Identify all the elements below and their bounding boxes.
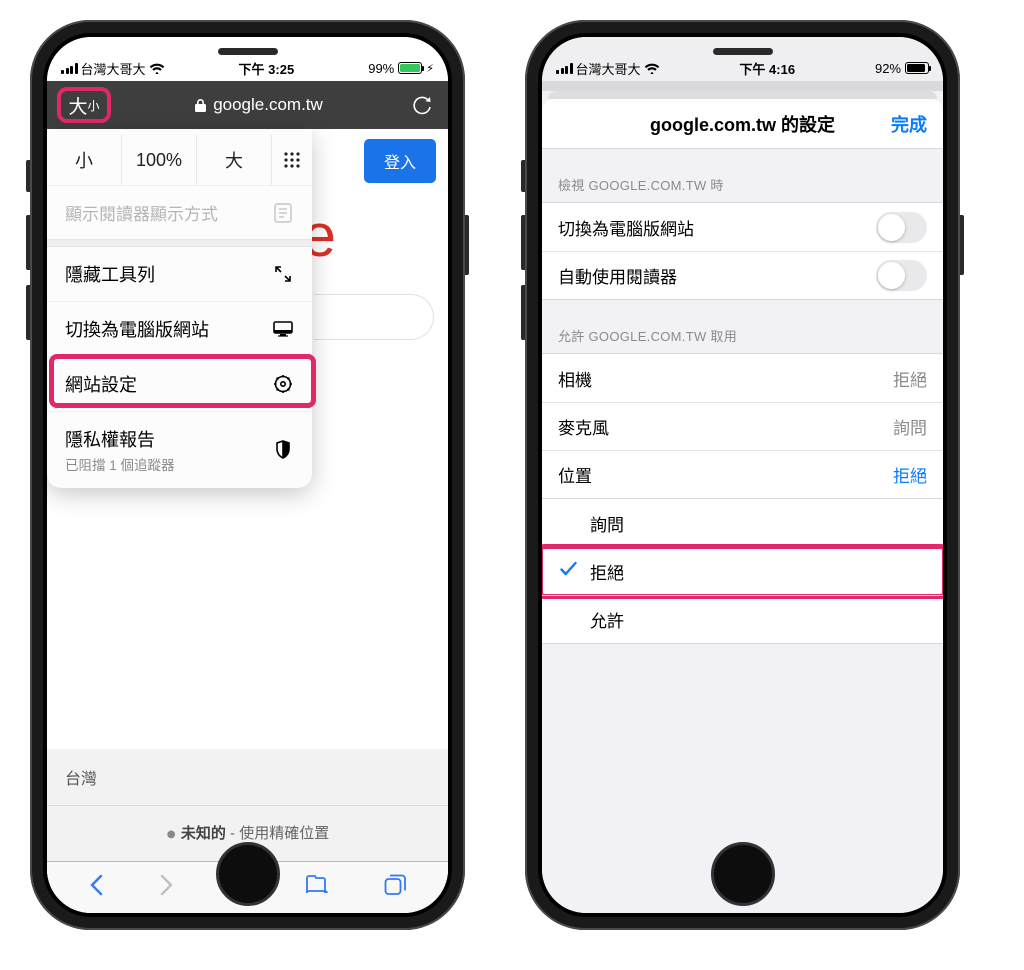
gear-icon <box>272 374 294 394</box>
website-settings-item[interactable]: 網站設定 <box>47 356 312 411</box>
login-button[interactable]: 登入 <box>364 139 436 183</box>
phone-right: 台灣大哥大 下午 4:16 92% google.com.tw 的設定 完成 檢 <box>525 20 960 930</box>
home-button[interactable] <box>711 842 775 906</box>
tabs-button[interactable] <box>384 874 406 901</box>
forward-button <box>159 874 174 901</box>
location-options-list: 詢問 拒絕 允許 <box>542 499 943 644</box>
region-label: 台灣 <box>47 749 448 805</box>
location-option-ask[interactable]: 詢問 <box>542 499 943 547</box>
desktop-site-toggle-row[interactable]: 切換為電腦版網站 <box>542 203 943 251</box>
modal-title: google.com.tw 的設定 <box>650 111 835 137</box>
battery-icon <box>398 62 422 74</box>
location-option-allow[interactable]: 允許 <box>542 595 943 643</box>
url-field[interactable]: google.com.tw <box>117 95 400 115</box>
url-text: google.com.tw <box>213 95 323 115</box>
status-bar: 台灣大哥大 下午 3:25 99% ⚡︎ <box>47 37 448 81</box>
zoom-control: 小 100% 大 <box>47 135 312 185</box>
more-button[interactable] <box>272 135 312 185</box>
bookmarks-button[interactable] <box>305 874 329 901</box>
location-value: 拒絕 <box>893 462 927 487</box>
clock: 下午 4:16 <box>739 59 795 78</box>
microphone-row[interactable]: 麥克風 詢問 <box>542 402 943 450</box>
permissions-list: 相機 拒絕 麥克風 詢問 位置 拒絕 <box>542 353 943 499</box>
reader-icon <box>272 203 294 223</box>
screen-safari: 台灣大哥大 下午 3:25 99% ⚡︎ 大小 go <box>47 37 448 913</box>
reload-button[interactable] <box>406 94 438 116</box>
safari-page: 登入 e 小 100% 大 <box>47 129 448 913</box>
privacy-report-item[interactable]: 隱私權報告 已阻擋 1 個追蹤器 <box>47 411 312 488</box>
checkmark-icon <box>560 561 577 582</box>
zoom-in-button[interactable]: 大 <box>197 135 271 185</box>
cellular-signal-icon <box>61 63 78 74</box>
battery-icon <box>905 62 929 74</box>
location-row[interactable]: 位置 拒絕 <box>542 450 943 498</box>
search-field-edge[interactable] <box>314 294 434 340</box>
camera-row[interactable]: 相機 拒絕 <box>542 354 943 402</box>
lock-icon <box>194 98 207 113</box>
shield-icon <box>272 440 294 460</box>
carrier-label: 台灣大哥大 <box>576 59 641 78</box>
carrier-label: 台灣大哥大 <box>81 59 146 78</box>
zoom-out-button[interactable]: 小 <box>47 135 121 185</box>
toggle-off-icon[interactable] <box>876 260 927 291</box>
show-reader-item: 顯示閱讀器顯示方式 <box>47 185 312 239</box>
section-view-header: 檢視 GOOGLE.COM.TW 時 <box>542 149 943 202</box>
safari-address-bar: 大小 google.com.tw <box>47 81 448 129</box>
charging-icon: ⚡︎ <box>426 62 434 75</box>
zoom-level[interactable]: 100% <box>122 135 196 185</box>
back-button[interactable] <box>89 874 104 901</box>
toggle-off-icon[interactable] <box>876 212 927 243</box>
hide-toolbar-item[interactable]: 隱藏工具列 <box>47 247 312 301</box>
cellular-signal-icon <box>556 63 573 74</box>
screen-site-settings: 台灣大哥大 下午 4:16 92% google.com.tw 的設定 完成 檢 <box>542 37 943 913</box>
camera-value: 拒絕 <box>893 366 927 391</box>
expand-icon <box>272 265 294 283</box>
home-button[interactable] <box>216 842 280 906</box>
wifi-icon <box>149 62 165 74</box>
clock: 下午 3:25 <box>239 59 295 78</box>
phone-left: 台灣大哥大 下午 3:25 99% ⚡︎ 大小 go <box>30 20 465 930</box>
section-allow-header: 允許 GOOGLE.COM.TW 取用 <box>542 300 943 353</box>
microphone-value: 詢問 <box>893 414 927 439</box>
wifi-icon <box>644 62 660 74</box>
battery-percent: 99% <box>368 61 394 76</box>
modal-nav-bar: google.com.tw 的設定 完成 <box>542 99 943 149</box>
text-size-button[interactable]: 大小 <box>57 87 111 123</box>
reader-label: 顯示閱讀器顯示方式 <box>65 200 218 225</box>
location-option-deny[interactable]: 拒絕 <box>542 547 943 595</box>
desktop-icon <box>272 321 294 337</box>
done-button[interactable]: 完成 <box>891 111 927 137</box>
privacy-subtitle: 已阻擋 1 個追蹤器 <box>65 454 175 474</box>
battery-percent: 92% <box>875 61 901 76</box>
status-bar: 台灣大哥大 下午 4:16 92% <box>542 37 943 81</box>
auto-reader-toggle-row[interactable]: 自動使用閱讀器 <box>542 251 943 299</box>
view-settings-list: 切換為電腦版網站 自動使用閱讀器 <box>542 202 943 300</box>
page-settings-menu: 小 100% 大 顯示閱讀器顯示方式 <box>47 129 312 488</box>
request-desktop-item[interactable]: 切換為電腦版網站 <box>47 301 312 356</box>
